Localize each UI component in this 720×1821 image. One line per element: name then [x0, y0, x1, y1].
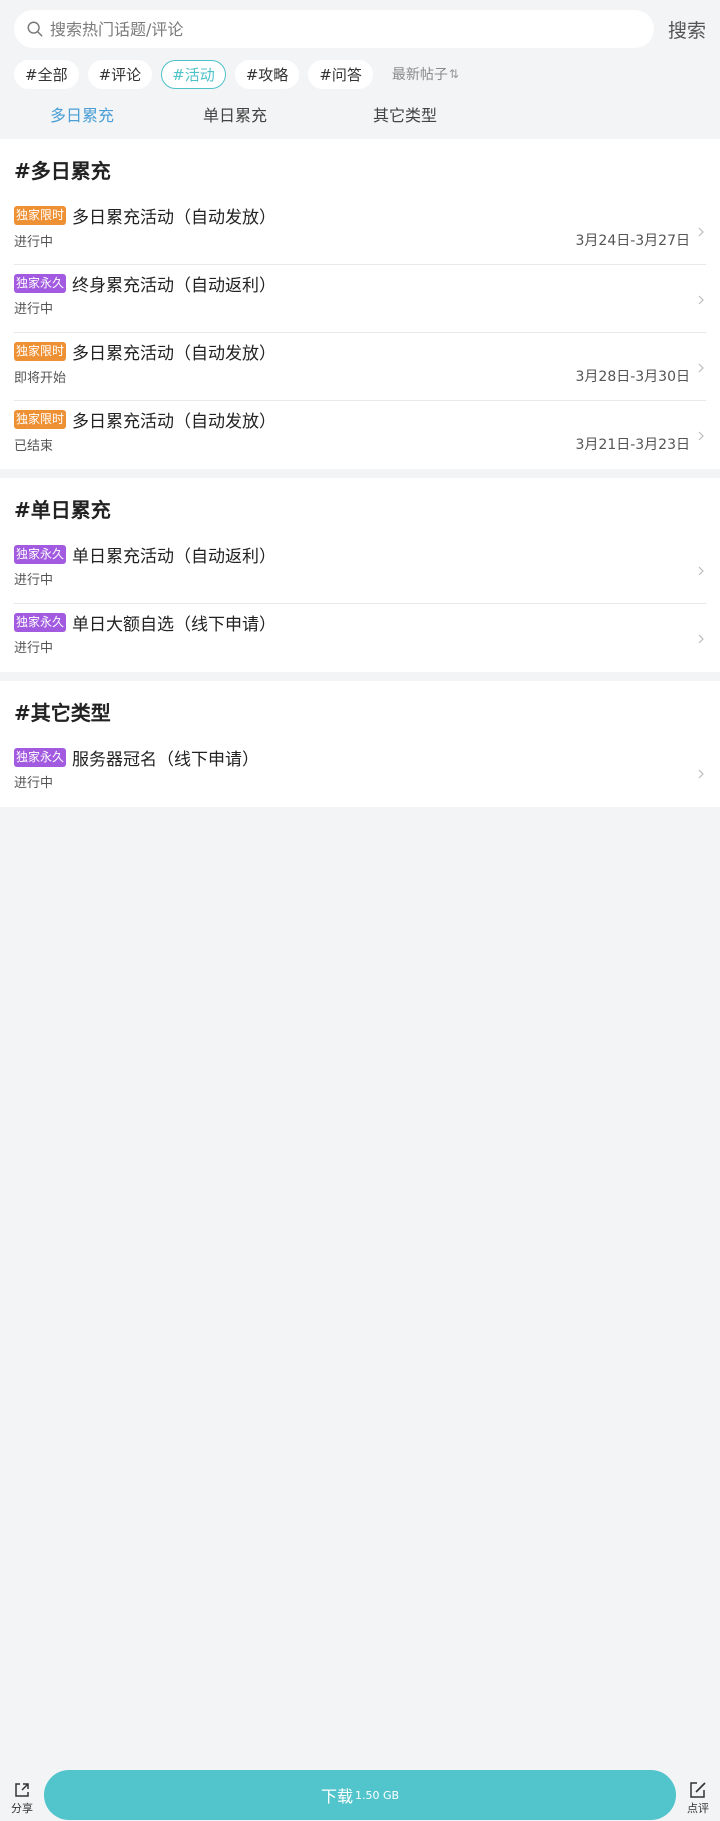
- chevron-right-icon: [698, 769, 704, 779]
- section-multi-day: #多日累充 独家限时 多日累充活动（自动发放） 进行中 3月24日-3月27日 …: [0, 139, 720, 469]
- list-item[interactable]: 独家永久 单日大额自选（线下申请） 进行中: [14, 604, 706, 672]
- item-status: 已结束: [14, 438, 54, 454]
- tab-other-types[interactable]: 其它类型: [320, 102, 490, 126]
- status-badge: 独家永久: [14, 273, 67, 293]
- status-badge: 独家限时: [14, 341, 67, 361]
- section-title: #多日累充: [14, 158, 111, 183]
- status-badge: 独家永久: [14, 612, 67, 632]
- tab-multi-day[interactable]: 多日累充: [14, 102, 150, 126]
- share-label: 分享: [11, 1801, 33, 1815]
- item-status: 进行中: [14, 641, 54, 656]
- list-item[interactable]: 独家限时 多日累充活动（自动发放） 即将开始 3月28日-3月30日: [14, 333, 706, 401]
- status-badge: 独家永久: [14, 544, 67, 564]
- download-label: 下载: [320, 1787, 353, 1806]
- item-title: 服务器冠名（线下申请）: [72, 749, 260, 770]
- item-date: 3月28日-3月30日: [575, 369, 691, 385]
- review-button[interactable]: 点评: [676, 1775, 720, 1816]
- chip-qa[interactable]: #问答: [308, 59, 373, 89]
- item-title: 单日大额自选（线下申请）: [72, 614, 277, 635]
- chip-guides[interactable]: #攻略: [234, 59, 300, 89]
- item-date: 3月24日-3月27日: [575, 233, 691, 249]
- bottom-bar: 分享 下载 1.50 GB 点评: [0, 1769, 720, 1821]
- search-row: 搜索: [14, 10, 706, 48]
- share-icon: [15, 1782, 29, 1797]
- chevron-right-icon: [698, 295, 704, 305]
- list-item[interactable]: 独家限时 多日累充活动（自动发放） 进行中 3月24日-3月27日: [14, 197, 706, 265]
- tab-single-day[interactable]: 单日累充: [150, 102, 320, 126]
- chip-comments[interactable]: #评论: [87, 59, 153, 89]
- search-box[interactable]: [14, 10, 654, 48]
- sub-tabs: 多日累充 单日累充 其它类型: [14, 89, 706, 139]
- item-title: 多日累充活动（自动发放）: [72, 411, 277, 432]
- search-icon: [27, 21, 43, 37]
- chevron-right-icon: [698, 363, 704, 373]
- chip-events[interactable]: #活动: [161, 59, 226, 89]
- item-title: 多日累充活动（自动发放）: [72, 343, 277, 364]
- sort-button[interactable]: 最新帖子 ⇅: [392, 64, 459, 84]
- status-badge: 独家永久: [14, 747, 67, 767]
- list-item[interactable]: 独家永久 服务器冠名（线下申请） 进行中: [14, 739, 706, 807]
- review-label: 点评: [687, 1801, 709, 1815]
- item-status: 进行中: [14, 776, 54, 791]
- chip-all[interactable]: #全部: [14, 59, 79, 89]
- status-badge: 独家限时: [14, 205, 67, 225]
- item-date: 3月21日-3月23日: [575, 437, 691, 453]
- item-status: 进行中: [14, 573, 54, 588]
- status-badge: 独家限时: [14, 409, 67, 429]
- edit-icon: [690, 1781, 706, 1798]
- share-button[interactable]: 分享: [0, 1775, 44, 1816]
- chevron-right-icon: [698, 566, 704, 576]
- section-title: #单日累充: [14, 497, 111, 522]
- chevron-right-icon: [698, 634, 704, 644]
- item-status: 即将开始: [14, 370, 67, 386]
- chevron-right-icon: [698, 227, 704, 237]
- item-status: 进行中: [14, 234, 54, 250]
- download-size: 1.50 GB: [354, 1788, 400, 1802]
- item-status: 进行中: [14, 302, 54, 317]
- item-title: 终身累充活动（自动返利）: [72, 275, 277, 296]
- item-title: 单日累充活动（自动返利）: [72, 546, 277, 567]
- sort-label: 最新帖子: [391, 67, 448, 83]
- section-title: #其它类型: [14, 700, 111, 725]
- sort-arrows-icon: ⇅: [448, 67, 459, 81]
- section-other-types: #其它类型 独家永久 服务器冠名（线下申请） 进行中: [0, 681, 720, 807]
- list-item[interactable]: 独家限时 多日累充活动（自动发放） 已结束 3月21日-3月23日: [14, 401, 706, 469]
- category-chips: #全部 #评论 #活动 #攻略 #问答 最新帖子 ⇅: [14, 59, 706, 89]
- chevron-right-icon: [698, 431, 704, 441]
- list-item[interactable]: 独家永久 终身累充活动（自动返利） 进行中: [14, 265, 706, 333]
- header: 搜索 #全部 #评论 #活动 #攻略 #问答 最新帖子 ⇅ 多日累充 单日累充 …: [0, 0, 720, 139]
- download-button[interactable]: 下载 1.50 GB: [44, 1770, 676, 1820]
- section-single-day: #单日累充 独家永久 单日累充活动（自动返利） 进行中 独家永久 单日大额自选（…: [0, 478, 720, 672]
- item-title: 多日累充活动（自动发放）: [72, 207, 277, 228]
- search-input[interactable]: [50, 19, 642, 39]
- list-item[interactable]: 独家永久 单日累充活动（自动返利） 进行中: [14, 536, 706, 604]
- search-button[interactable]: 搜索: [664, 16, 706, 43]
